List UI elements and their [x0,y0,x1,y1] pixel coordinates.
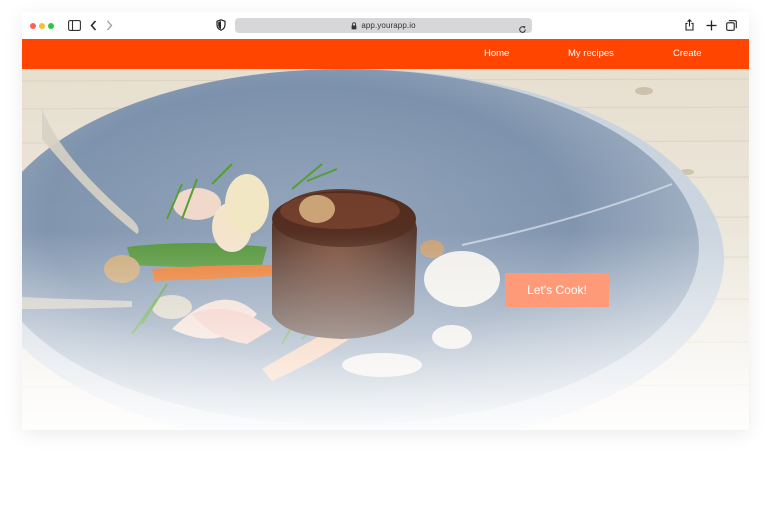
url-text: app.yourapp.io [361,21,416,30]
nav-create-link[interactable]: Create [673,39,702,69]
nav-my-recipes-link[interactable]: My recipes [568,39,614,69]
minimize-window-icon[interactable] [39,23,45,29]
lock-icon [351,21,357,30]
app-navbar: Home My recipes Create [22,39,749,69]
address-bar[interactable]: app.yourapp.io [235,18,532,33]
browser-toolbar: app.yourapp.io [22,12,749,40]
forward-arrow-icon[interactable] [106,18,113,32]
sidebar-toggle-icon[interactable] [68,18,81,32]
maximize-window-icon[interactable] [48,23,54,29]
hero-section: Let's Cook! [22,69,749,430]
reload-icon[interactable] [518,21,527,39]
close-window-icon[interactable] [30,23,36,29]
tab-overview-icon[interactable] [726,18,737,32]
hero-food-image [22,69,749,430]
lets-cook-button[interactable]: Let's Cook! [505,273,609,307]
back-arrow-icon[interactable] [90,18,97,32]
nav-home-link[interactable]: Home [484,39,509,69]
new-tab-plus-icon[interactable] [706,18,717,32]
privacy-shield-icon[interactable] [216,18,226,32]
share-icon[interactable] [685,18,694,32]
browser-window: app.yourapp.io Home My recipes Create Le… [22,12,749,430]
